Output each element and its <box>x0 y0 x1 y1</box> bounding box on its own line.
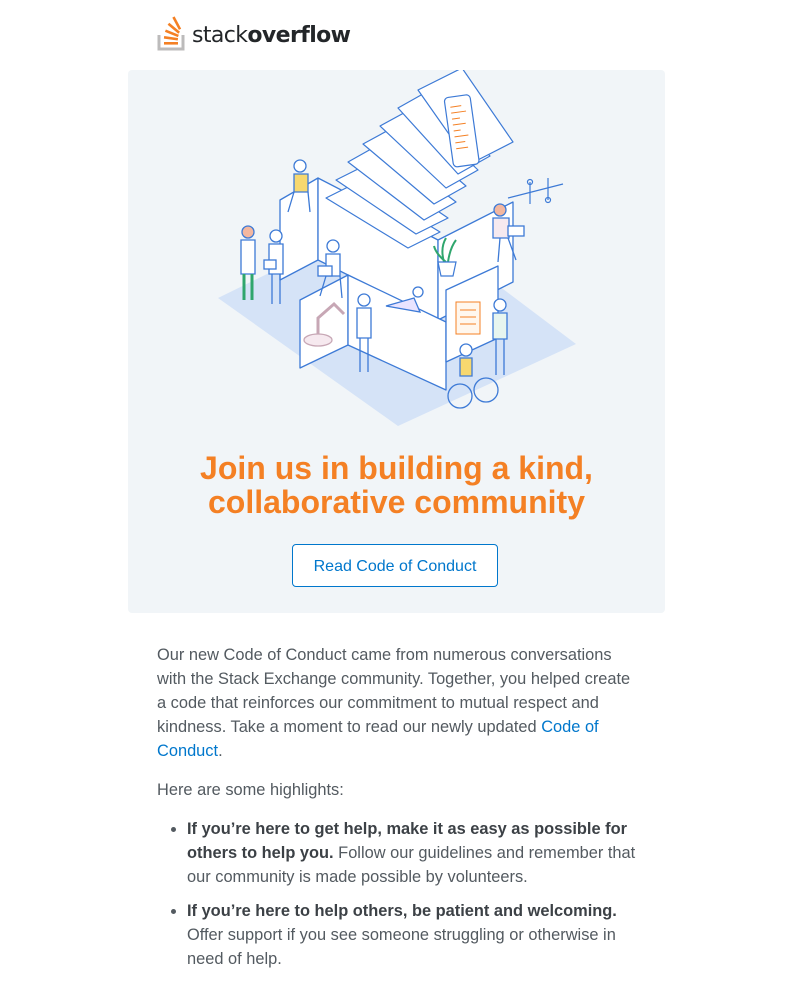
logo-text-light: stack <box>192 23 248 48</box>
stackoverflow-logo[interactable]: stackoverflow <box>157 15 351 51</box>
list-item: If you’re here to help others, be patien… <box>187 899 642 971</box>
read-code-of-conduct-button[interactable]: Read Code of Conduct <box>292 544 498 587</box>
hero-heading-line-1: Join us in building a kind, <box>200 450 593 486</box>
highlight-bold-2: If you’re here to help others, be patien… <box>187 902 617 920</box>
intro-paragraph: Our new Code of Conduct came from numero… <box>157 643 642 763</box>
hero-heading: Join us in building a kind, collaborativ… <box>128 451 665 519</box>
highlights-intro: Here are some highlights: <box>157 781 344 799</box>
intro-end: . <box>218 742 223 760</box>
stack-logo-icon <box>157 16 185 51</box>
email-body: Our new Code of Conduct came from numero… <box>157 643 642 981</box>
community-building-illustration <box>218 70 576 426</box>
logo-text-bold: overflow <box>247 23 351 48</box>
logo-wordmark: stackoverflow <box>192 21 351 51</box>
list-item: If you’re here to get help, make it as e… <box>187 817 642 889</box>
hero-heading-line-2: collaborative community <box>208 484 585 520</box>
highlight-text-2: Offer support if you see someone struggl… <box>187 926 616 968</box>
hero-banner: Join us in building a kind, collaborativ… <box>128 70 665 613</box>
highlights-list: If you’re here to get help, make it as e… <box>157 817 642 971</box>
